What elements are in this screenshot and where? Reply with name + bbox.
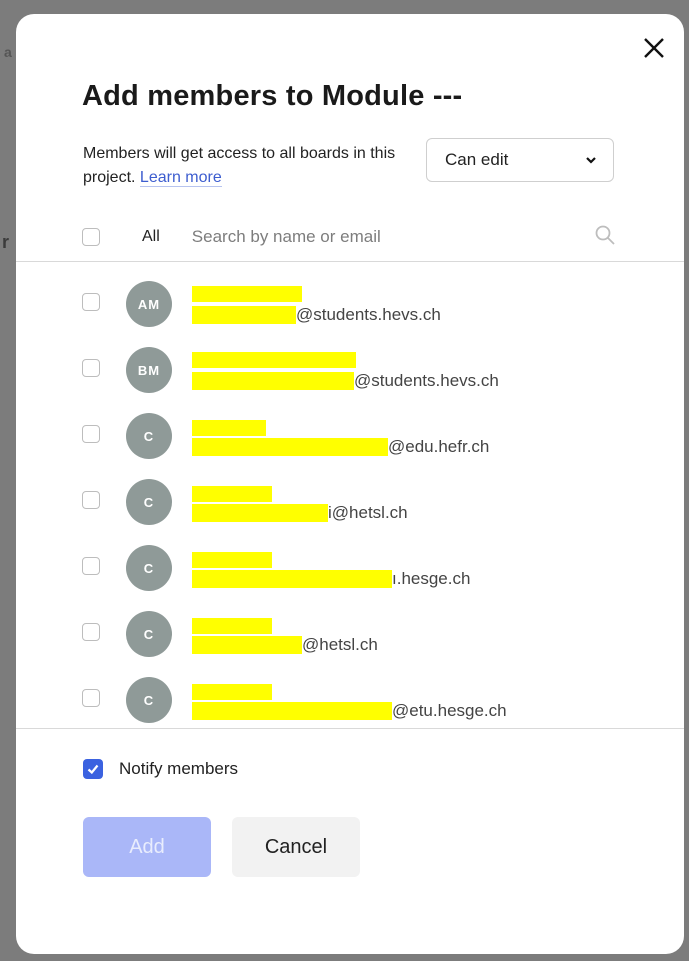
redacted-email [192,636,302,654]
backdrop-text-fragment: r [2,232,10,252]
avatar: C [126,677,172,723]
avatar: AM [126,281,172,327]
member-checkbox[interactable] [82,689,100,707]
email-suffix: @students.hevs.ch [354,371,499,390]
role-select[interactable]: Can edit [426,138,614,182]
member-checkbox[interactable] [82,623,100,641]
redacted-email [192,438,388,456]
member-row[interactable]: C i@hetsl.ch [16,472,684,532]
avatar: C [126,545,172,591]
cancel-button[interactable]: Cancel [232,817,360,877]
redacted-name [192,420,266,436]
redacted-name [192,618,272,634]
notify-members-option[interactable]: Notify members [83,759,238,779]
close-icon[interactable] [640,34,668,62]
member-row[interactable]: C @hetsl.ch [16,604,684,664]
member-checkbox[interactable] [82,359,100,377]
select-all-checkbox[interactable] [82,228,100,246]
avatar: C [126,479,172,525]
redacted-name [192,684,272,700]
member-row[interactable]: BM @students.hevs.ch [16,340,684,400]
member-checkbox[interactable] [82,293,100,311]
divider [16,728,684,729]
avatar: BM [126,347,172,393]
member-checkbox[interactable] [82,557,100,575]
redacted-email [192,570,392,588]
redacted-email [192,504,328,522]
notify-members-checkbox[interactable] [83,759,103,779]
email-suffix: @students.hevs.ch [296,305,441,324]
member-row[interactable]: C @etu.hesge.ch [16,670,684,728]
redacted-name [192,486,272,502]
avatar: C [126,611,172,657]
redacted-name [192,552,272,568]
member-row[interactable]: C @edu.hefr.ch [16,406,684,466]
redacted-name [192,286,302,302]
notify-members-label: Notify members [119,759,239,778]
description-text: Members will get access to all boards in… [83,145,396,186]
redacted-email [192,372,354,390]
search-input[interactable] [191,227,552,247]
member-list: AM @students.hevs.ch BM @students.hevs.c… [16,262,684,728]
member-row[interactable]: C ı.hesge.ch [16,538,684,598]
backdrop-text-fragment: a [4,44,12,60]
email-suffix: @hetsl.ch [302,635,378,654]
email-suffix: @etu.hesge.ch [392,701,507,720]
chevron-down-icon [586,157,596,164]
member-checkbox[interactable] [82,425,100,443]
email-suffix: i@hetsl.ch [328,503,408,522]
role-select-value: Can edit [445,150,509,169]
add-button[interactable]: Add [83,817,211,877]
add-members-dialog: Add members to Module --- Members will g… [16,14,684,954]
redacted-email [192,702,392,720]
redacted-email [192,306,296,324]
member-checkbox[interactable] [82,491,100,509]
avatar: C [126,413,172,459]
redacted-name [192,352,356,368]
dialog-title: Add members to Module --- [82,80,463,112]
learn-more-link[interactable]: Learn more [139,169,222,187]
member-row[interactable]: AM @students.hevs.ch [16,274,684,334]
checkmark-icon [87,764,99,775]
email-suffix: ı.hesge.ch [392,569,471,588]
email-suffix: @edu.hefr.ch [388,437,490,456]
select-all-label: All [142,228,160,245]
search-row: All [82,224,616,250]
search-icon[interactable] [594,224,616,246]
dialog-description: Members will get access to all boards in… [83,142,413,190]
